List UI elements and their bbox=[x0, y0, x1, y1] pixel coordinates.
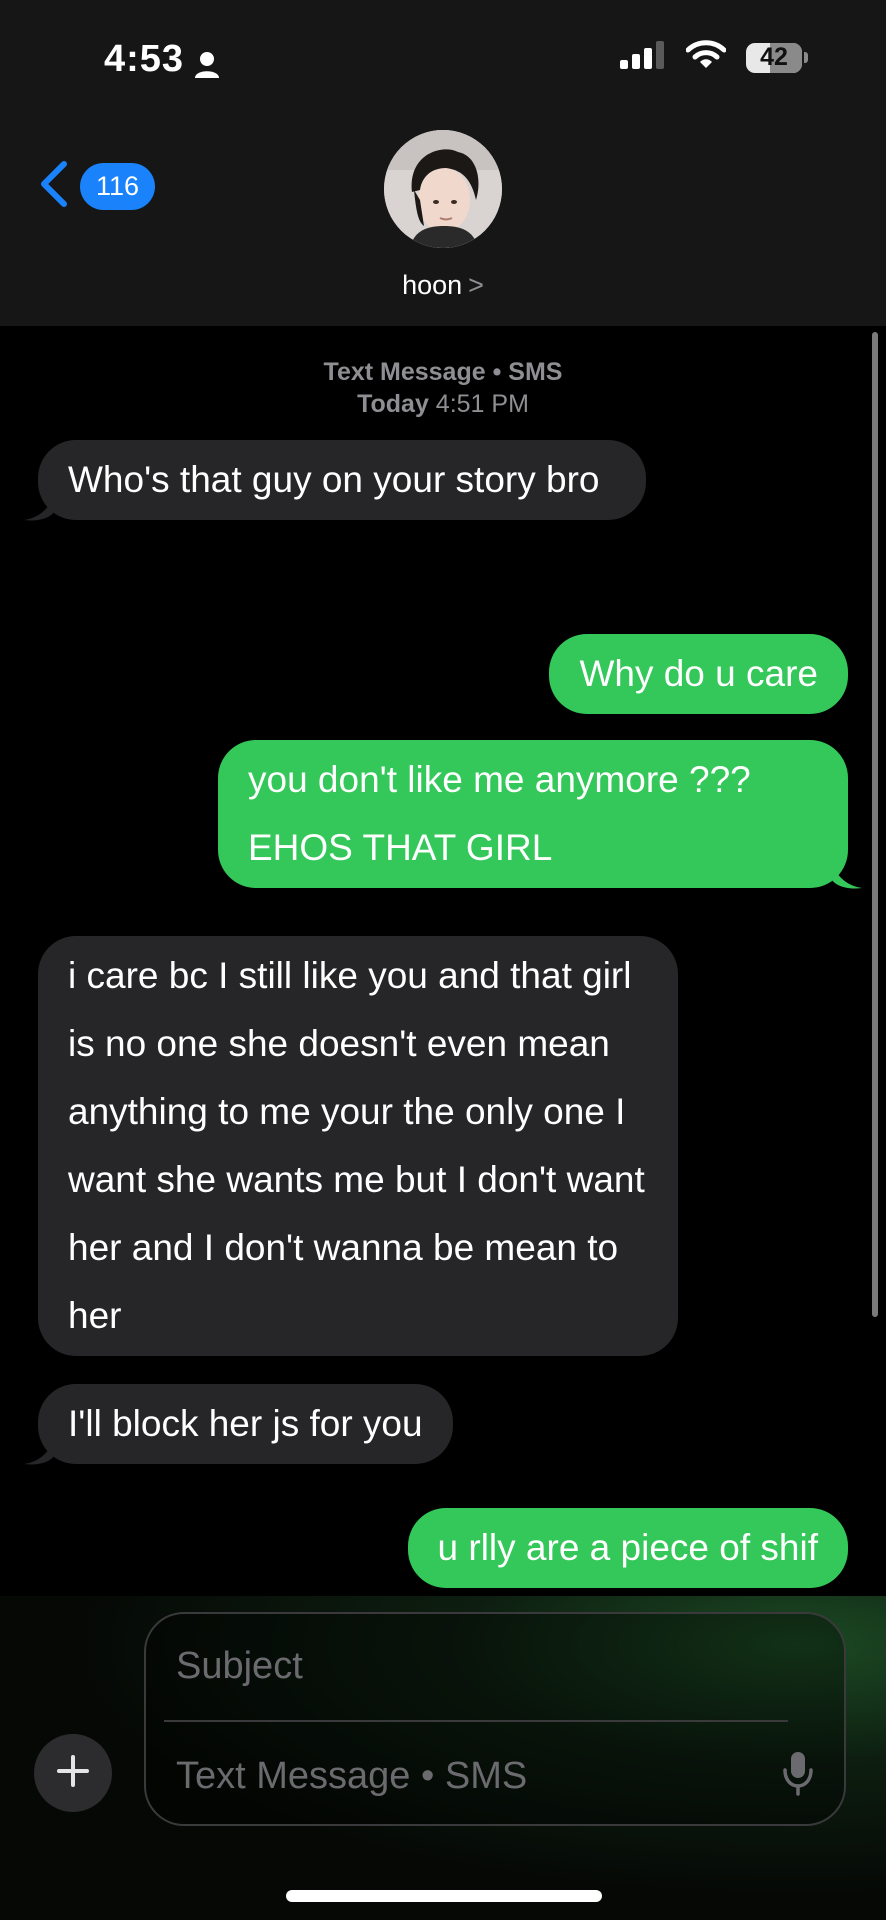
thread-meta: Text Message • SMS Today 4:51 PM bbox=[0, 356, 886, 420]
chevron-left-icon bbox=[38, 160, 68, 213]
bubble-tail-icon bbox=[832, 864, 862, 889]
battery-percentage: 42 bbox=[760, 43, 788, 71]
message-text: I'll block her js for you bbox=[68, 1403, 423, 1444]
battery-body: 42 bbox=[746, 42, 802, 73]
message-bubble-sent[interactable]: you don't like me anymore ??? EHOS THAT … bbox=[218, 740, 862, 889]
battery-nub bbox=[804, 52, 808, 63]
bubble-tail-icon bbox=[24, 496, 54, 521]
message-thread[interactable]: Text Message • SMS Today 4:51 PM Who's t… bbox=[0, 326, 886, 1596]
subject-input[interactable] bbox=[174, 1644, 738, 1689]
date-prefix: Today bbox=[357, 390, 429, 418]
status-time-label: 4:53 bbox=[104, 38, 185, 80]
message-text: Who's that guy on your story bro bbox=[68, 459, 600, 500]
unread-count-badge: 116 bbox=[80, 163, 156, 210]
message-text: i care bc I still like you and that girl… bbox=[68, 955, 645, 1336]
compose-box bbox=[144, 1612, 846, 1826]
message-bubble-sent[interactable]: Why do u care bbox=[549, 634, 848, 714]
signal-icon bbox=[620, 41, 666, 74]
wifi-icon bbox=[685, 40, 727, 75]
contact-avatar[interactable] bbox=[384, 130, 502, 248]
thread-timestamp: Today 4:51 PM bbox=[0, 388, 886, 420]
chevron-right-icon: > bbox=[468, 270, 484, 300]
message-bubble-received[interactable]: I'll block her js for you bbox=[24, 1384, 453, 1465]
message-text: you don't like me anymore ??? EHOS THAT … bbox=[248, 759, 751, 868]
message-input[interactable] bbox=[174, 1754, 738, 1799]
message-text: u rlly are a piece of shif bbox=[437, 1527, 818, 1568]
home-indicator[interactable] bbox=[286, 1890, 602, 1902]
service-label: Text Message • SMS bbox=[323, 358, 563, 386]
person-icon bbox=[194, 46, 220, 78]
plus-icon bbox=[56, 1754, 90, 1793]
message-bubble-received[interactable]: Who's that guy on your story bro bbox=[24, 440, 646, 521]
back-button[interactable]: 116 bbox=[38, 160, 156, 213]
microphone-icon[interactable] bbox=[782, 1750, 814, 1801]
message-bubble-received[interactable]: i care bc I still like you and that girl… bbox=[38, 936, 678, 1356]
compose-divider bbox=[164, 1720, 788, 1722]
contact-name: hoon bbox=[402, 270, 463, 300]
bubble-tail-icon bbox=[24, 1440, 54, 1465]
message-text: Why do u care bbox=[579, 653, 818, 694]
conversation-header: 4:53 42 116 hoon > bbox=[0, 0, 886, 326]
thread-scrollbar[interactable] bbox=[872, 332, 878, 1317]
status-time: 4:53 bbox=[104, 38, 220, 81]
battery-indicator: 42 bbox=[746, 42, 808, 73]
date-time: 4:51 PM bbox=[435, 390, 529, 418]
add-attachment-button[interactable] bbox=[34, 1734, 112, 1812]
contact-name-button[interactable]: hoon > bbox=[0, 270, 886, 301]
message-bubble-sent[interactable]: u rlly are a piece of shif bbox=[407, 1508, 848, 1588]
status-indicators: 42 bbox=[620, 40, 808, 75]
